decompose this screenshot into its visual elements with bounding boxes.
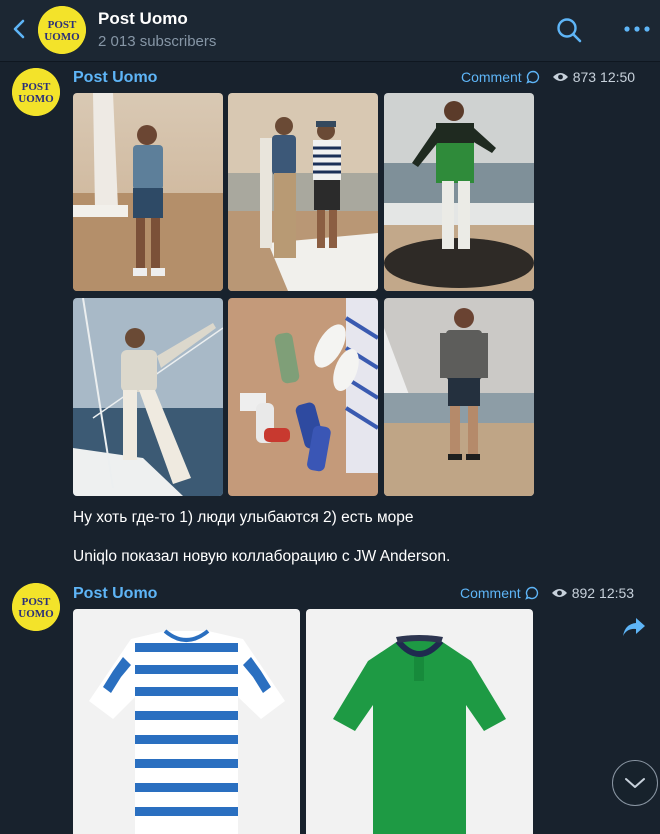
comment-icon (525, 70, 539, 84)
photo-green-polo[interactable] (306, 609, 533, 834)
photo-striped-tshirt[interactable] (73, 609, 300, 834)
chevron-down-icon (625, 778, 645, 788)
post-uomo-logo: POST UOMO (38, 6, 86, 54)
photo-man-grey-shirt[interactable] (384, 298, 534, 496)
photo-couple-boat[interactable] (228, 93, 378, 291)
post-time: 12:50 (600, 69, 636, 85)
comment-link[interactable]: Comment (461, 69, 540, 85)
photo-socks-sneakers[interactable] (228, 298, 378, 496)
post-time: 12:53 (599, 585, 635, 601)
chevron-left-icon (13, 19, 25, 39)
eye-icon (551, 589, 567, 597)
svg-text:POST: POST (22, 596, 51, 608)
forward-arrow-icon (623, 618, 645, 636)
eye-icon (552, 73, 568, 81)
view-count: 873 (572, 69, 597, 85)
more-dots-icon (624, 26, 650, 32)
share-button[interactable] (622, 616, 646, 638)
post-author-avatar[interactable]: POST UOMO (12, 68, 60, 116)
chat-header: POST UOMO Post Uomo 2 013 subscribers (0, 0, 660, 62)
comment-link[interactable]: Comment (460, 585, 539, 601)
post-author-name[interactable]: Post Uomo (73, 69, 157, 87)
post-uomo-logo: POST UOMO (12, 68, 60, 116)
svg-text:POST: POST (22, 81, 51, 93)
post-meta: Comment 892 12:53 (460, 585, 634, 601)
search-button[interactable] (555, 16, 583, 44)
photo-man-sailboat[interactable] (73, 298, 223, 496)
more-button[interactable] (622, 20, 652, 38)
comment-icon (524, 586, 538, 600)
channel-title[interactable]: Post Uomo (98, 9, 188, 29)
photo-man-beach-denim[interactable] (73, 93, 223, 291)
photo-man-green-jacket[interactable] (384, 93, 534, 291)
comment-label: Comment (461, 69, 522, 85)
post-author-avatar[interactable]: POST UOMO (12, 583, 60, 631)
subscriber-count: 2 013 subscribers (98, 33, 217, 50)
view-counter: 873 (552, 69, 596, 85)
svg-text:UOMO: UOMO (44, 31, 80, 43)
back-button[interactable] (8, 17, 32, 41)
channel-avatar[interactable]: POST UOMO (38, 6, 86, 54)
svg-text:UOMO: UOMO (18, 608, 54, 620)
post-uomo-logo: POST UOMO (12, 583, 60, 631)
svg-text:POST: POST (48, 19, 77, 31)
svg-text:UOMO: UOMO (18, 93, 54, 105)
scroll-down-button[interactable] (612, 760, 658, 806)
post-author-name[interactable]: Post Uomo (73, 585, 157, 603)
comment-label: Comment (460, 585, 521, 601)
post-caption-line: Uniqlo показал новую коллаборацию с JW A… (73, 548, 451, 565)
view-count: 892 (571, 585, 596, 601)
post-caption-line: Ну хоть где-то 1) люди улыбаются 2) есть… (73, 509, 414, 526)
view-counter: 892 (551, 585, 595, 601)
search-icon (557, 18, 582, 43)
post-meta: Comment 873 12:50 (461, 69, 635, 85)
